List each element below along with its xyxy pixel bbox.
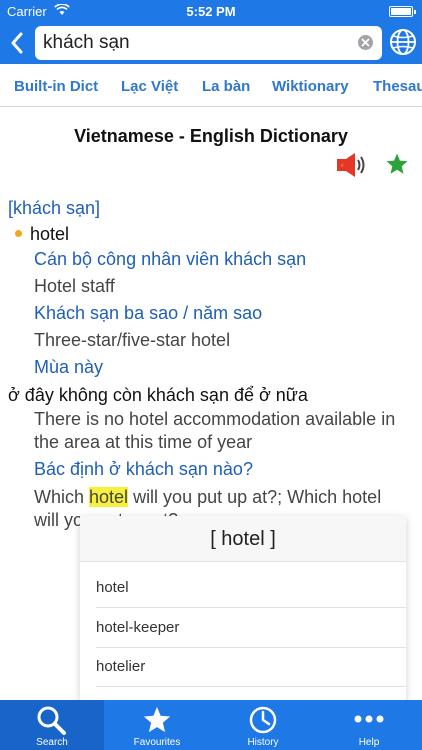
tab-built-in-dict[interactable]: Built-in Dict: [14, 78, 98, 95]
popup-title: [ hotel ]: [80, 516, 406, 562]
tabbar-search[interactable]: Search: [0, 700, 104, 750]
entry-content: Vietnamese - English Dictionary [khách s…: [0, 108, 422, 700]
back-button[interactable]: [6, 28, 28, 58]
tab-la-ban[interactable]: La bàn: [202, 78, 250, 95]
tab-thesaurus[interactable]: Thesau: [373, 78, 422, 95]
search-icon: [37, 706, 66, 735]
clock: 5:52 PM: [186, 4, 236, 19]
phrase-vi: ở đây không còn khách sạn để ở nữa: [8, 385, 308, 405]
status-bar: Carrier 5:52 PM: [0, 0, 422, 22]
clock-icon: [249, 706, 277, 734]
tab-wiktionary[interactable]: Wiktionary: [272, 78, 349, 95]
popup-item[interactable]: hotel: [96, 568, 406, 608]
tabbar-favourites[interactable]: Favourites: [104, 700, 210, 750]
example-vi[interactable]: Bác định ở khách sạn nào?: [34, 459, 253, 480]
popup-item[interactable]: hotelier: [96, 647, 406, 687]
chevron-left-icon: [11, 32, 23, 54]
example-text: will you put up at?; Which hotel: [128, 487, 382, 507]
search-input[interactable]: [43, 26, 353, 60]
star-icon: [386, 153, 408, 174]
example-text: Which: [34, 487, 90, 507]
example-en: the area at this time of year: [34, 432, 253, 452]
navigation-header: Carrier 5:52 PM: [0, 0, 422, 64]
battery-icon: [389, 6, 416, 17]
example-en: Three-star/five-star hotel: [34, 330, 231, 350]
globe-button[interactable]: [388, 27, 418, 57]
tabbar-label: Favourites: [133, 737, 181, 748]
more-icon: [354, 715, 384, 723]
globe-icon: [390, 29, 416, 55]
tab-lac-viet[interactable]: Lạc Việt: [121, 78, 178, 95]
bottom-tab-bar: Search Favourites History Help: [0, 700, 422, 750]
pronounce-button[interactable]: [336, 152, 368, 178]
clear-button[interactable]: [358, 35, 373, 50]
headword: [khách sạn]: [8, 198, 101, 218]
bullet-icon: [15, 230, 22, 237]
example-vi[interactable]: Mùa này: [34, 357, 103, 378]
lookup-popup: [ hotel ] hotel hotel-keeper hotelier: [80, 516, 406, 700]
example-vi[interactable]: Khách sạn ba sao / năm sao: [34, 303, 262, 324]
favourite-button[interactable]: [385, 152, 409, 176]
dictionary-title: Vietnamese - English Dictionary: [74, 126, 348, 146]
example-en: Which hotel will you put up at?; Which h…: [34, 487, 381, 508]
dictionary-tabs: Built-in Dict Lạc Việt La bàn Wiktionary…: [0, 64, 422, 107]
tabbar-history[interactable]: History: [210, 700, 316, 750]
tabbar-label: Search: [36, 737, 68, 748]
sense-word: hotel: [30, 224, 70, 244]
tabbar-label: Help: [358, 737, 380, 748]
example-vi[interactable]: Cán bộ công nhân viên khách sạn: [34, 249, 306, 270]
close-icon: [361, 38, 370, 47]
highlighted-word[interactable]: hotel: [89, 487, 129, 507]
search-box: [35, 26, 382, 60]
example-en: There is no hotel accommodation availabl…: [34, 409, 396, 429]
tabbar-help[interactable]: Help: [316, 700, 422, 750]
speaker-icon: [337, 153, 365, 177]
tabbar-label: History: [247, 737, 279, 748]
star-icon: [143, 706, 171, 733]
example-en: Hotel staff: [34, 276, 115, 296]
popup-item[interactable]: hotel-keeper: [96, 608, 406, 648]
